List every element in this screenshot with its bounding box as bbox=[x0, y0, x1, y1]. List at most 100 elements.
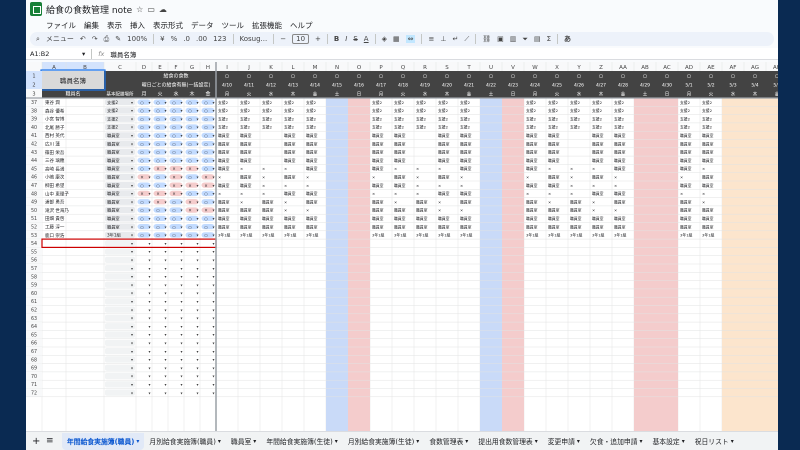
daily-meal-cell[interactable]: 職員室 bbox=[438, 175, 450, 180]
chevron-down-icon[interactable]: ▾ bbox=[181, 158, 183, 163]
chevron-down-icon[interactable]: ▾ bbox=[165, 365, 167, 370]
chevron-down-icon[interactable]: ▾ bbox=[181, 299, 183, 304]
chevron-down-icon[interactable]: ▾ bbox=[181, 141, 183, 146]
chevron-down-icon[interactable]: ▾ bbox=[165, 133, 167, 138]
daily-meal-cell[interactable]: 支援2 bbox=[262, 108, 273, 113]
daily-meal-cell[interactable]: 支援2 bbox=[592, 100, 603, 105]
daily-meal-cell[interactable]: 職員室 bbox=[394, 133, 406, 138]
daily-meal-cell[interactable]: 支援2 bbox=[680, 100, 691, 105]
daily-meal-cell[interactable]: 職員室 bbox=[614, 150, 626, 155]
daily-meal-cell[interactable]: 支援2 bbox=[702, 116, 713, 121]
row-header-37[interactable]: 37 bbox=[31, 100, 37, 106]
chevron-down-icon[interactable]: ▾ bbox=[213, 341, 215, 346]
daily-meal-cell[interactable]: 支援2 bbox=[526, 100, 537, 105]
column-header-V[interactable]: V bbox=[511, 65, 515, 71]
chevron-down-icon[interactable]: ▾ bbox=[165, 141, 167, 146]
borders-icon[interactable]: ▦ bbox=[393, 35, 400, 43]
chevron-down-icon[interactable]: ▾ bbox=[181, 100, 183, 105]
row-header-49[interactable]: 49 bbox=[31, 200, 37, 206]
daily-meal-cell[interactable]: 支援2 bbox=[548, 125, 559, 130]
daily-meal-cell[interactable]: 3年1組 bbox=[306, 233, 319, 238]
daily-meal-cell[interactable]: 職員室 bbox=[680, 183, 692, 188]
daily-meal-cell[interactable]: 職員室 bbox=[240, 141, 252, 146]
chevron-down-icon[interactable]: ▾ bbox=[165, 116, 167, 121]
daily-meal-cell[interactable]: 職員室 bbox=[240, 208, 252, 213]
chevron-down-icon[interactable]: ▾ bbox=[131, 258, 133, 263]
chevron-down-icon[interactable]: ▾ bbox=[131, 224, 133, 229]
row-header-39[interactable]: 39 bbox=[31, 117, 37, 123]
chevron-down-icon[interactable]: ▾ bbox=[131, 382, 133, 387]
chevron-down-icon[interactable]: ▾ bbox=[213, 100, 215, 105]
daily-meal-cell[interactable]: 職員室 bbox=[372, 141, 384, 146]
chevron-down-icon[interactable]: ▾ bbox=[149, 291, 151, 296]
chevron-down-icon[interactable]: ▾ bbox=[131, 324, 133, 329]
daily-meal-cell[interactable]: × bbox=[306, 175, 309, 180]
chevron-down-icon[interactable]: ▾ bbox=[181, 175, 183, 180]
undo-icon[interactable]: ↶ bbox=[80, 35, 86, 43]
chevron-down-icon[interactable]: ▾ bbox=[131, 390, 133, 395]
row-header-70[interactable]: 70 bbox=[31, 374, 37, 380]
daily-meal-cell[interactable]: × bbox=[526, 191, 529, 196]
daily-meal-cell[interactable]: 職員室 bbox=[372, 150, 384, 155]
column-header-H[interactable]: H bbox=[206, 65, 210, 71]
daily-meal-cell[interactable]: × bbox=[416, 183, 419, 188]
staff-name[interactable]: 浦部 勇吾 bbox=[45, 199, 65, 206]
daily-meal-cell[interactable]: 3年1組 bbox=[702, 233, 715, 238]
daily-meal-cell[interactable]: 支援2 bbox=[394, 108, 405, 113]
font-select[interactable]: Kosug... bbox=[240, 35, 268, 43]
daily-meal-cell[interactable]: 職員室 bbox=[416, 208, 428, 213]
daily-meal-cell[interactable]: 支援2 bbox=[284, 100, 295, 105]
daily-meal-cell[interactable]: × bbox=[460, 183, 463, 188]
chevron-down-icon[interactable]: ▾ bbox=[197, 274, 199, 279]
place-value[interactable]: 支援2 bbox=[107, 115, 118, 122]
name-box-dropdown-icon[interactable]: ▾ bbox=[82, 50, 85, 58]
staff-name[interactable]: 田畑 貴啓 bbox=[45, 215, 65, 222]
daily-meal-cell[interactable]: 職員室 bbox=[394, 183, 406, 188]
chevron-down-icon[interactable]: ▾ bbox=[131, 282, 133, 287]
column-header-S[interactable]: S bbox=[445, 65, 449, 71]
chevron-down-icon[interactable]: ▾ bbox=[131, 365, 133, 370]
chevron-down-icon[interactable]: ▾ bbox=[181, 365, 183, 370]
daily-meal-cell[interactable]: 支援2 bbox=[438, 100, 449, 105]
row-header-52[interactable]: 52 bbox=[31, 225, 37, 231]
chevron-down-icon[interactable]: ▾ bbox=[197, 291, 199, 296]
chevron-down-icon[interactable]: ▾ bbox=[165, 324, 167, 329]
daily-meal-cell[interactable]: 支援2 bbox=[438, 116, 449, 121]
chevron-down-icon[interactable]: ▾ bbox=[197, 150, 199, 155]
chevron-down-icon[interactable]: ▾ bbox=[181, 216, 183, 221]
chevron-down-icon[interactable]: ▾ bbox=[181, 274, 183, 279]
chevron-down-icon[interactable]: ▾ bbox=[165, 216, 167, 221]
daily-meal-cell[interactable]: × bbox=[394, 166, 397, 171]
decrease-decimal-button[interactable]: .0 bbox=[183, 35, 190, 43]
chevron-down-icon[interactable]: ▾ bbox=[197, 241, 199, 246]
daily-meal-cell[interactable]: 支援2 bbox=[218, 116, 229, 121]
daily-meal-cell[interactable]: 職員室 bbox=[680, 166, 692, 171]
daily-meal-cell[interactable]: 3年1組 bbox=[218, 233, 231, 238]
column-header-AH[interactable]: AH bbox=[773, 65, 778, 71]
daily-meal-cell[interactable]: 職員室 bbox=[548, 150, 560, 155]
daily-meal-cell[interactable]: 職員室 bbox=[680, 216, 692, 221]
daily-meal-cell[interactable]: × bbox=[438, 199, 441, 204]
chevron-down-icon[interactable]: ▾ bbox=[213, 374, 215, 379]
daily-meal-cell[interactable]: 職員室 bbox=[306, 199, 318, 204]
chevron-down-icon[interactable]: ▾ bbox=[213, 133, 215, 138]
staff-name[interactable]: 東谷 潤 bbox=[45, 99, 60, 106]
chevron-down-icon[interactable]: ▾ bbox=[639, 438, 642, 445]
chevron-down-icon[interactable]: ▾ bbox=[131, 341, 133, 346]
chevron-down-icon[interactable]: ▾ bbox=[197, 365, 199, 370]
daily-meal-cell[interactable]: × bbox=[262, 166, 265, 171]
column-header-X[interactable]: X bbox=[555, 65, 559, 71]
staff-name[interactable]: 鹿口 崇浩 bbox=[45, 232, 65, 239]
daily-meal-cell[interactable]: × bbox=[460, 175, 463, 180]
daily-meal-cell[interactable]: 職員室 bbox=[262, 199, 274, 204]
daily-meal-cell[interactable]: 職員室 bbox=[680, 199, 692, 204]
daily-meal-cell[interactable]: × bbox=[306, 183, 309, 188]
chevron-down-icon[interactable]: ▾ bbox=[181, 282, 183, 287]
daily-meal-cell[interactable]: 職員室 bbox=[680, 208, 692, 213]
daily-meal-cell[interactable]: × bbox=[592, 208, 595, 213]
daily-meal-cell[interactable]: 職員室 bbox=[372, 133, 384, 138]
grid-canvas[interactable]: A B C D E F G H I J K L M N O P Q R S T U V W X Y Z AA AB AC AD AE AF AG… bbox=[26, 62, 778, 431]
chevron-down-icon[interactable]: ▾ bbox=[131, 158, 133, 163]
chevron-down-icon[interactable]: ▾ bbox=[197, 341, 199, 346]
chevron-down-icon[interactable]: ▾ bbox=[731, 438, 734, 445]
